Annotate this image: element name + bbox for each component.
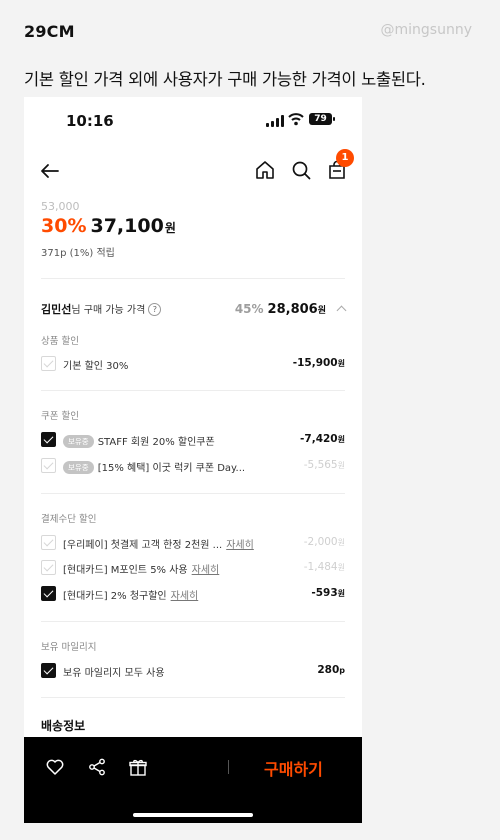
details-link[interactable]: 자세히 [171,591,199,602]
item-label: 보유 마일리지 모두 사용 [63,668,165,679]
divider [41,697,345,698]
payment-item[interactable]: [현대카드] M포인트 5% 사용 자세히 -1,484원 [41,560,345,576]
payment-item[interactable]: [현대카드] 2% 청구할인 자세히 -593원 [41,586,345,602]
member-discount-rate: 45% [234,302,264,316]
payment-item[interactable]: [우리페이] 첫결제 고객 한정 2천원 ... 자세히 -2,000원 [41,535,345,551]
heart-icon[interactable] [45,757,65,777]
item-label: 기본 할인 30% [63,361,129,372]
item-value: 280p [317,664,345,676]
member-price-value: 45% 28,806원 [234,298,347,317]
member-price-toggle[interactable]: 김민선님 구매 가능 가격? 45% 28,806원 [41,298,347,317]
checkbox[interactable] [41,458,56,473]
author-handle: @mingsunny [380,22,473,38]
cart-count-badge: 1 [336,149,354,167]
item-value: -15,900원 [292,357,345,369]
details-link[interactable]: 자세히 [226,540,254,551]
back-arrow-icon[interactable] [38,159,62,183]
divider [41,621,345,622]
owned-badge: 보유중 [63,461,94,474]
divider [41,390,345,391]
owned-badge: 보유중 [63,435,94,448]
caption-text: 기본 할인 가격 외에 사용자가 구매 가능한 가격이 노출된다. [24,70,426,89]
points-info: 371p (1%) 적립 [41,248,115,259]
coupon-item[interactable]: 보유중 [15% 혜택] 이굿 럭키 쿠폰 Day... -5,565원 [41,458,345,474]
section-title-coupon-discount: 쿠폰 할인 [41,411,79,422]
item-value: -5,565원 [303,459,345,471]
status-time: 10:16 [66,112,114,130]
item-value: -593원 [311,587,345,599]
checkbox-checked[interactable] [41,663,56,678]
search-icon[interactable] [290,159,312,181]
home-indicator [133,813,253,817]
cellular-signal-icon [266,115,284,127]
buy-button[interactable]: 구매하기 [264,756,323,780]
original-price: 53,000 [41,200,80,213]
section-title-mileage: 보유 마일리지 [41,642,97,653]
section-title-product-discount: 상품 할인 [41,336,79,347]
top-nav: 1 [24,149,362,187]
gift-icon[interactable] [128,757,148,777]
sale-price: 30% 37,100원 [41,215,176,239]
share-icon[interactable] [87,757,107,777]
chevron-up-icon[interactable] [336,305,347,316]
sale-amount: 37,100 [90,215,164,237]
member-price-amount: 28,806 [267,302,318,317]
discount-item[interactable]: 기본 할인 30% -15,900원 [41,356,345,372]
item-label: [우리페이] 첫결제 고객 한정 2천원 ... 자세히 [63,540,254,551]
checkbox-checked[interactable] [41,432,56,447]
checkbox-checked[interactable] [41,586,56,601]
phone-screen: 10:16 79 1 53,000 30% 37,100원 371p (1%) 적… [24,97,362,823]
item-label: [현대카드] 2% 청구할인 자세히 [63,591,199,602]
battery-cap [333,117,335,121]
bottom-action-bar: 구매하기 [24,737,362,823]
section-title-payment-discount: 결제수단 할인 [41,514,97,525]
details-link[interactable]: 자세히 [192,565,220,576]
member-price-label: 님 구매 가능 가격 [71,305,146,316]
item-value: -2,000원 [303,536,345,548]
brand-title: 29CM [24,22,75,41]
item-label: [현대카드] M포인트 5% 사용 자세히 [63,565,220,576]
mileage-item[interactable]: 보유 마일리지 모두 사용 280p [41,663,345,679]
item-value: -7,420원 [300,433,345,445]
wifi-icon [288,112,304,130]
checkbox[interactable] [41,356,56,371]
divider [228,760,229,774]
checkbox[interactable] [41,560,56,575]
item-value: -1,484원 [303,561,345,573]
checkbox[interactable] [41,535,56,550]
shipping-title: 배송정보 [41,719,86,733]
member-price-currency: 원 [317,306,326,316]
battery-icon: 79 [309,113,332,125]
help-icon[interactable]: ? [148,303,162,316]
divider [41,278,345,279]
item-label: 보유중 STAFF 회원 20% 할인쿠폰 [63,433,215,448]
coupon-item[interactable]: 보유중 STAFF 회원 20% 할인쿠폰 -7,420원 [41,432,345,448]
home-icon[interactable] [254,159,276,181]
discount-rate: 30% [41,215,87,237]
item-label: 보유중 [15% 혜택] 이굿 럭키 쿠폰 Day... [63,459,245,474]
member-name: 김민선 [41,303,72,316]
divider [41,493,345,494]
currency-unit: 원 [164,221,176,235]
status-bar: 10:16 79 [24,97,362,143]
